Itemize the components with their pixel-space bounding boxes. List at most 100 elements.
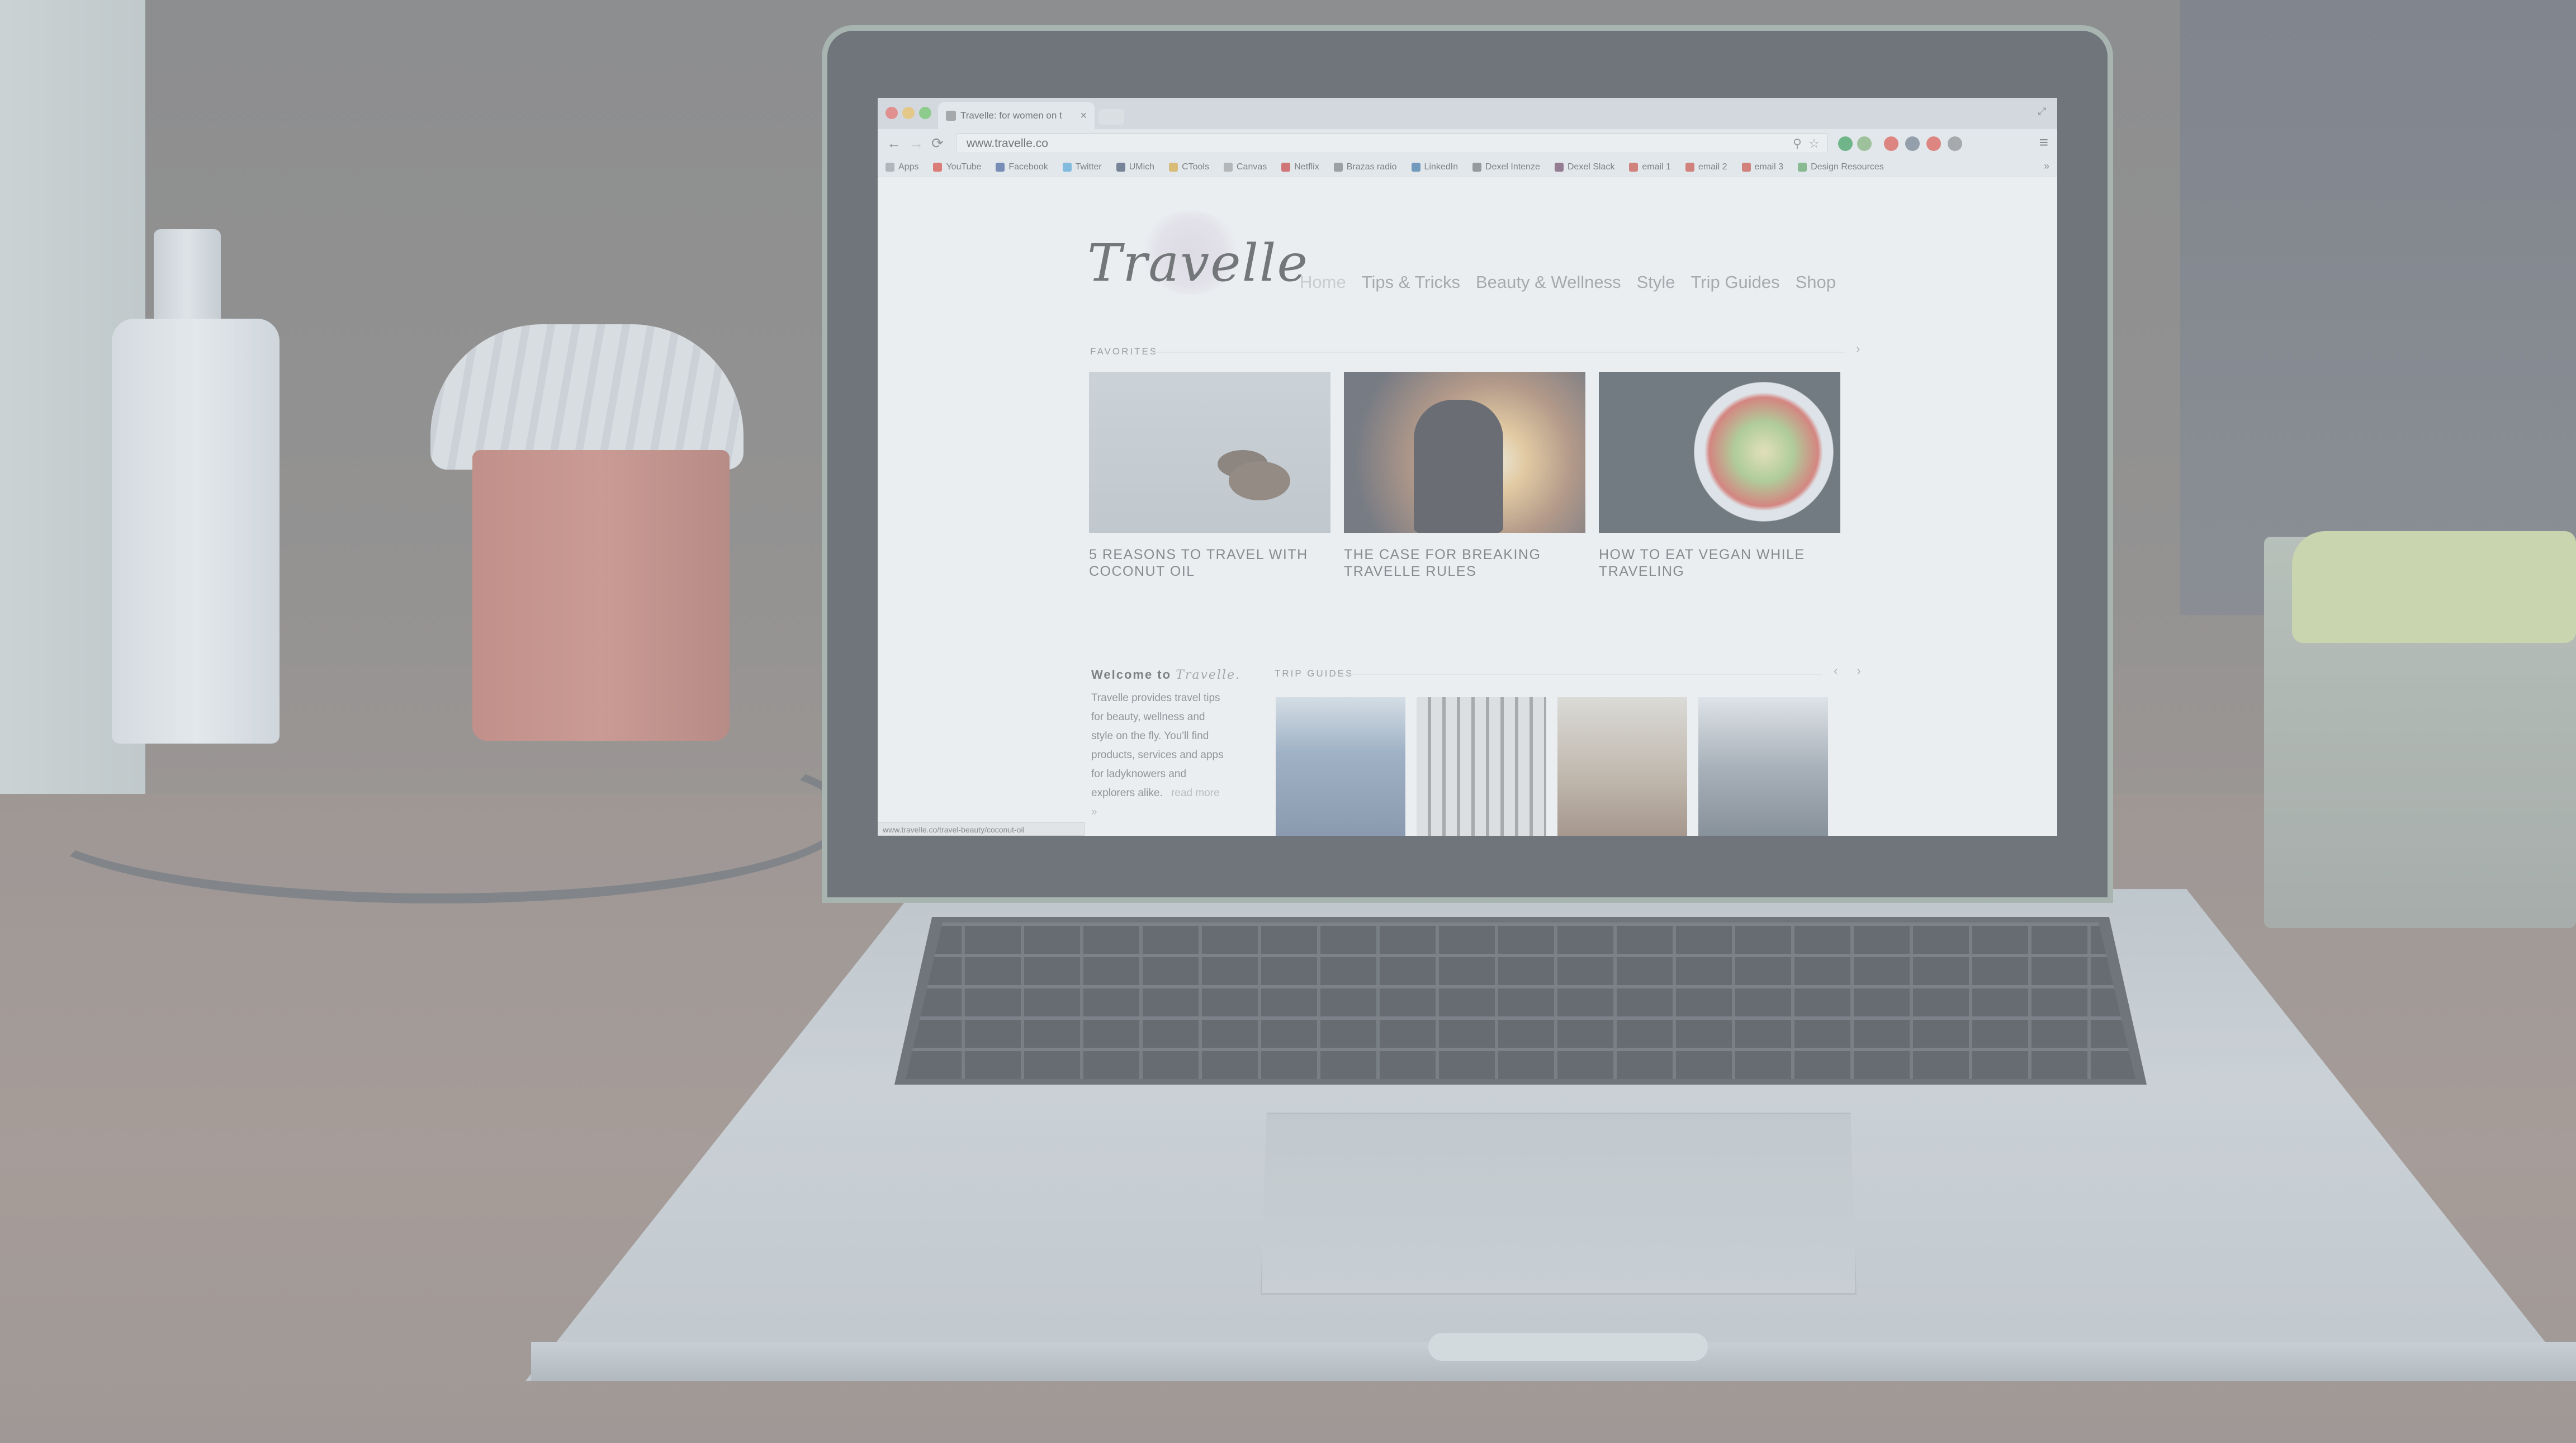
bookmark-label: Canvas [1236, 162, 1267, 172]
ctools-icon [1169, 162, 1178, 172]
trip-guide-thumbnail[interactable] [1276, 697, 1405, 836]
nav-home[interactable]: Home [1300, 272, 1346, 292]
address-bar[interactable]: www.travelle.co ⚲ ☆ [956, 133, 1828, 153]
bookmark-item[interactable]: Dexel Intenze [1472, 162, 1540, 172]
favorite-card[interactable]: 5 REASONS TO TRAVEL WITH COCONUT OIL [1089, 372, 1330, 580]
nav-shop[interactable]: Shop [1796, 272, 1836, 292]
favorite-caption[interactable]: 5 REASONS TO TRAVEL WITH COCONUT OIL [1089, 546, 1330, 580]
new-tab-button[interactable] [1098, 109, 1124, 125]
favorite-card[interactable]: THE CASE FOR BREAKING TRAVELLE RULES [1344, 372, 1585, 580]
nav-beauty-wellness[interactable]: Beauty & Wellness [1476, 272, 1621, 292]
welcome-text: Travelle provides travel tips for beauty… [1091, 689, 1225, 822]
bookmarks-overflow-icon[interactable]: » [2044, 160, 2049, 172]
welcome-title-prefix: Welcome to [1091, 668, 1172, 682]
sunset-yoga-photo[interactable] [1344, 372, 1585, 533]
divider [1152, 352, 1845, 353]
reload-icon[interactable]: ⟳ [931, 135, 944, 152]
red-mug [472, 450, 730, 741]
bookmark-item[interactable]: Brazas radio [1333, 162, 1397, 172]
bookmark-item[interactable]: Dexel Slack [1554, 162, 1615, 172]
bookmark-item[interactable]: Twitter [1062, 162, 1102, 172]
nav-tips-tricks[interactable]: Tips & Tricks [1362, 272, 1460, 292]
bookmark-label: CTools [1182, 162, 1209, 172]
bookmark-item[interactable]: LinkedIn [1411, 162, 1459, 172]
welcome-body: Travelle provides travel tips for beauty… [1091, 692, 1224, 799]
forward-arrow-icon[interactable]: → [909, 135, 924, 152]
bookmark-label: Dexel Intenze [1485, 162, 1540, 172]
bookmark-label: UMich [1129, 162, 1155, 172]
extension-shield-icon[interactable] [1905, 136, 1920, 151]
trackpad[interactable] [1261, 1113, 1857, 1295]
green-card [2292, 531, 2576, 643]
coconut-photo[interactable] [1089, 372, 1330, 533]
favorite-caption[interactable]: HOW TO EAT VEGAN WHILE TRAVELING [1599, 546, 1840, 580]
favorites-heading: FAVORITES [1090, 346, 1158, 357]
fullscreen-icon[interactable]: ⤢ [2038, 106, 2046, 117]
bookmark-item[interactable]: YouTube [933, 162, 981, 172]
bookmark-label: email 1 [1642, 162, 1671, 172]
bookmark-item[interactable]: CTools [1169, 162, 1209, 172]
bookmark-item[interactable]: Canvas [1223, 162, 1267, 172]
background-shelf [2180, 0, 2576, 615]
bookmark-star-icon[interactable]: ☆ [1808, 134, 1820, 154]
gmail-icon [1741, 162, 1751, 172]
favorite-card[interactable]: HOW TO EAT VEGAN WHILE TRAVELING [1599, 372, 1840, 580]
lotion-bottle-cap [154, 229, 221, 324]
bookmark-item[interactable]: Facebook [996, 162, 1048, 172]
gmail-icon [1685, 162, 1694, 172]
laptop-screen: Travelle: for women on t × ⤢ ← → ⟳ www.t… [878, 98, 2057, 836]
tab-travelle[interactable]: Travelle: for women on t × [938, 102, 1095, 129]
canvas-icon [1223, 162, 1233, 172]
bookmark-label: Dexel Slack [1567, 162, 1615, 172]
close-tab-icon[interactable]: × [1080, 110, 1087, 122]
keyboard-keys[interactable] [906, 922, 2135, 1079]
bookmark-item[interactable]: Design Resources [1798, 162, 1884, 172]
favorite-caption[interactable]: THE CASE FOR BREAKING TRAVELLE RULES [1344, 546, 1585, 580]
maximize-window-button[interactable] [919, 107, 931, 119]
lotion-bottle [112, 319, 280, 744]
extension-opera-icon[interactable] [1884, 136, 1898, 151]
folder-icon [1798, 162, 1807, 172]
umich-icon [1116, 162, 1125, 172]
trip-guides-arrows[interactable]: ‹ › [1834, 664, 1869, 678]
bookmark-label: Netflix [1294, 162, 1319, 172]
nav-style[interactable]: Style [1637, 272, 1675, 292]
divider [1336, 674, 1822, 675]
close-window-button[interactable] [886, 107, 898, 119]
bookmark-item[interactable]: email 3 [1741, 162, 1783, 172]
extension-leaf-icon[interactable] [1857, 136, 1872, 151]
bookmark-label: YouTube [946, 162, 982, 172]
bookmark-item[interactable]: email 1 [1629, 162, 1671, 172]
radio-icon [1333, 162, 1343, 172]
back-arrow-icon[interactable]: ← [887, 135, 901, 152]
bookmark-label: Design Resources [1811, 162, 1884, 172]
cables [22, 727, 853, 903]
welcome-title: Welcome to Travelle. [1091, 668, 1240, 682]
extension-misc-icon[interactable] [1948, 136, 1962, 151]
nav-trip-guides[interactable]: Trip Guides [1691, 272, 1780, 292]
bookmark-item[interactable]: UMich [1116, 162, 1154, 172]
linkedin-icon [1411, 162, 1420, 172]
trip-guide-thumbnail[interactable] [1557, 697, 1687, 836]
site-logo[interactable]: Travelle [1087, 233, 1309, 293]
netflix-icon [1281, 162, 1291, 172]
browser-menu-icon[interactable]: ≡ [2039, 134, 2048, 152]
bookmark-item[interactable]: Netflix [1281, 162, 1319, 172]
bookmark-label: LinkedIn [1424, 162, 1459, 172]
extension-adblock-icon[interactable] [1926, 136, 1941, 151]
gmail-icon [1629, 162, 1639, 172]
trip-guide-thumbnail[interactable] [1698, 697, 1828, 836]
bookmark-item[interactable]: Apps [886, 162, 918, 172]
twitter-icon [1062, 162, 1072, 172]
search-icon[interactable]: ⚲ [1793, 134, 1802, 154]
minimize-window-button[interactable] [902, 107, 915, 119]
extension-evernote-icon[interactable] [1838, 136, 1853, 151]
browser-toolbar: ← → ⟳ www.travelle.co ⚲ ☆ ≡ [878, 129, 2057, 158]
bookmark-label: Brazas radio [1346, 162, 1397, 172]
bookmark-item[interactable]: email 2 [1685, 162, 1727, 172]
vegan-salad-photo[interactable] [1599, 372, 1840, 533]
bookmark-label: Facebook [1008, 162, 1048, 172]
carousel-next-icon[interactable]: › [1856, 342, 1860, 356]
plastic-utensils [430, 324, 744, 470]
trip-guide-thumbnail[interactable] [1417, 697, 1546, 836]
